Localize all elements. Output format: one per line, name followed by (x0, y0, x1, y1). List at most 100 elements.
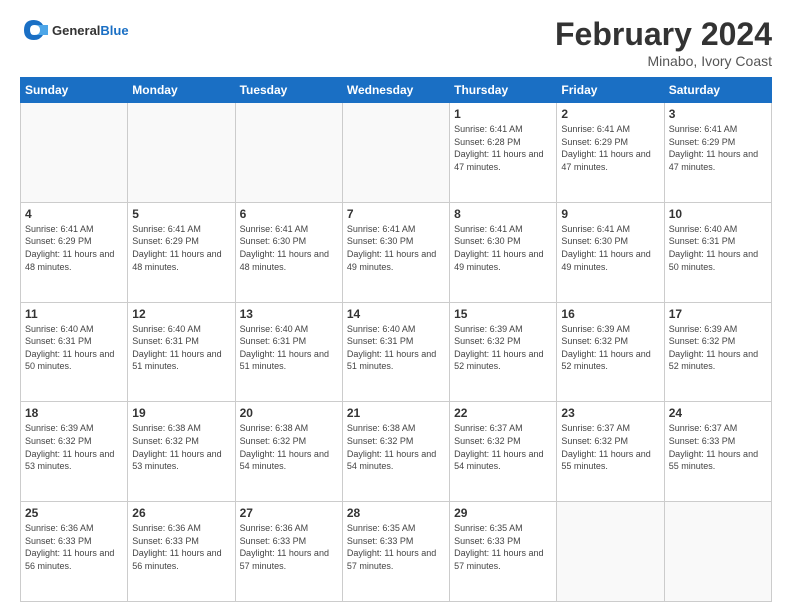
day-info: Sunrise: 6:39 AM Sunset: 6:32 PM Dayligh… (454, 323, 552, 373)
header-sunday: Sunday (21, 78, 128, 103)
day-cell (21, 103, 128, 203)
day-cell: 2 Sunrise: 6:41 AM Sunset: 6:29 PM Daylig… (557, 103, 664, 203)
day-cell: 19 Sunrise: 6:38 AM Sunset: 6:32 PM Dayli… (128, 402, 235, 502)
day-info: Sunrise: 6:35 AM Sunset: 6:33 PM Dayligh… (454, 522, 552, 572)
day-cell: 26 Sunrise: 6:36 AM Sunset: 6:33 PM Dayli… (128, 502, 235, 602)
day-info: Sunrise: 6:41 AM Sunset: 6:29 PM Dayligh… (25, 223, 123, 273)
day-cell (557, 502, 664, 602)
logo: GeneralBlue (20, 16, 129, 44)
day-number: 28 (347, 506, 445, 520)
day-cell: 5 Sunrise: 6:41 AM Sunset: 6:29 PM Daylig… (128, 202, 235, 302)
calendar-table: Sunday Monday Tuesday Wednesday Thursday… (20, 77, 772, 602)
day-cell: 17Sunrise: 6:39 AM Sunset: 6:32 PM Dayli… (664, 302, 771, 402)
day-number: 13 (240, 307, 338, 321)
day-cell: 7 Sunrise: 6:41 AM Sunset: 6:30 PM Daylig… (342, 202, 449, 302)
day-cell: 16Sunrise: 6:39 AM Sunset: 6:32 PM Dayli… (557, 302, 664, 402)
day-number: 4 (25, 207, 123, 221)
day-number: 2 (561, 107, 659, 121)
header-wednesday: Wednesday (342, 78, 449, 103)
day-info: Sunrise: 6:38 AM Sunset: 6:32 PM Dayligh… (240, 422, 338, 472)
day-number: 23 (561, 406, 659, 420)
day-info: Sunrise: 6:41 AM Sunset: 6:30 PM Dayligh… (240, 223, 338, 273)
day-cell: 21Sunrise: 6:38 AM Sunset: 6:32 PM Dayli… (342, 402, 449, 502)
day-cell: 28 Sunrise: 6:35 AM Sunset: 6:33 PM Dayli… (342, 502, 449, 602)
day-info: Sunrise: 6:37 AM Sunset: 6:32 PM Dayligh… (561, 422, 659, 472)
day-info: Sunrise: 6:38 AM Sunset: 6:32 PM Dayligh… (347, 422, 445, 472)
calendar-header-row: Sunday Monday Tuesday Wednesday Thursday… (21, 78, 772, 103)
logo-text: GeneralBlue (52, 23, 129, 38)
day-number: 7 (347, 207, 445, 221)
day-info: Sunrise: 6:40 AM Sunset: 6:31 PM Dayligh… (132, 323, 230, 373)
day-cell: 24Sunrise: 6:37 AM Sunset: 6:33 PM Dayli… (664, 402, 771, 502)
day-cell: 9 Sunrise: 6:41 AM Sunset: 6:30 PM Daylig… (557, 202, 664, 302)
header-monday: Monday (128, 78, 235, 103)
day-info: Sunrise: 6:37 AM Sunset: 6:32 PM Dayligh… (454, 422, 552, 472)
page: GeneralBlue February 2024 Minabo, Ivory … (0, 0, 792, 612)
day-cell: 10 Sunrise: 6:40 AM Sunset: 6:31 PM Dayli… (664, 202, 771, 302)
day-cell: 18 Sunrise: 6:39 AM Sunset: 6:32 PM Dayli… (21, 402, 128, 502)
day-cell (128, 103, 235, 203)
day-number: 27 (240, 506, 338, 520)
day-number: 1 (454, 107, 552, 121)
week-row-4: 18 Sunrise: 6:39 AM Sunset: 6:32 PM Dayli… (21, 402, 772, 502)
day-cell: 15 Sunrise: 6:39 AM Sunset: 6:32 PM Dayli… (450, 302, 557, 402)
day-info: Sunrise: 6:39 AM Sunset: 6:32 PM Dayligh… (669, 323, 767, 373)
day-info: Sunrise: 6:41 AM Sunset: 6:29 PM Dayligh… (132, 223, 230, 273)
sub-title: Minabo, Ivory Coast (555, 53, 772, 69)
header-saturday: Saturday (664, 78, 771, 103)
day-number: 10 (669, 207, 767, 221)
day-info: Sunrise: 6:36 AM Sunset: 6:33 PM Dayligh… (240, 522, 338, 572)
day-cell: 22 Sunrise: 6:37 AM Sunset: 6:32 PM Dayli… (450, 402, 557, 502)
header: GeneralBlue February 2024 Minabo, Ivory … (20, 16, 772, 69)
day-cell (664, 502, 771, 602)
day-cell: 25 Sunrise: 6:36 AM Sunset: 6:33 PM Dayli… (21, 502, 128, 602)
day-info: Sunrise: 6:40 AM Sunset: 6:31 PM Dayligh… (347, 323, 445, 373)
day-number: 14 (347, 307, 445, 321)
day-cell: 13 Sunrise: 6:40 AM Sunset: 6:31 PM Dayli… (235, 302, 342, 402)
day-cell (235, 103, 342, 203)
day-info: Sunrise: 6:40 AM Sunset: 6:31 PM Dayligh… (240, 323, 338, 373)
week-row-2: 4 Sunrise: 6:41 AM Sunset: 6:29 PM Daylig… (21, 202, 772, 302)
day-number: 29 (454, 506, 552, 520)
day-info: Sunrise: 6:40 AM Sunset: 6:31 PM Dayligh… (25, 323, 123, 373)
title-block: February 2024 Minabo, Ivory Coast (555, 16, 772, 69)
day-number: 12 (132, 307, 230, 321)
day-number: 22 (454, 406, 552, 420)
header-thursday: Thursday (450, 78, 557, 103)
week-row-1: 1Sunrise: 6:41 AM Sunset: 6:28 PM Daylig… (21, 103, 772, 203)
day-cell: 12 Sunrise: 6:40 AM Sunset: 6:31 PM Dayli… (128, 302, 235, 402)
day-number: 24 (669, 406, 767, 420)
day-info: Sunrise: 6:41 AM Sunset: 6:29 PM Dayligh… (561, 123, 659, 173)
day-info: Sunrise: 6:36 AM Sunset: 6:33 PM Dayligh… (132, 522, 230, 572)
day-number: 6 (240, 207, 338, 221)
header-tuesday: Tuesday (235, 78, 342, 103)
day-number: 26 (132, 506, 230, 520)
day-cell: 23 Sunrise: 6:37 AM Sunset: 6:32 PM Dayli… (557, 402, 664, 502)
day-info: Sunrise: 6:36 AM Sunset: 6:33 PM Dayligh… (25, 522, 123, 572)
day-cell (342, 103, 449, 203)
day-number: 8 (454, 207, 552, 221)
day-number: 9 (561, 207, 659, 221)
day-info: Sunrise: 6:40 AM Sunset: 6:31 PM Dayligh… (669, 223, 767, 273)
day-cell: 27 Sunrise: 6:36 AM Sunset: 6:33 PM Dayli… (235, 502, 342, 602)
day-info: Sunrise: 6:41 AM Sunset: 6:30 PM Dayligh… (561, 223, 659, 273)
day-info: Sunrise: 6:38 AM Sunset: 6:32 PM Dayligh… (132, 422, 230, 472)
day-number: 19 (132, 406, 230, 420)
day-info: Sunrise: 6:41 AM Sunset: 6:30 PM Dayligh… (454, 223, 552, 273)
day-number: 5 (132, 207, 230, 221)
day-info: Sunrise: 6:35 AM Sunset: 6:33 PM Dayligh… (347, 522, 445, 572)
week-row-3: 11Sunrise: 6:40 AM Sunset: 6:31 PM Dayli… (21, 302, 772, 402)
day-number: 15 (454, 307, 552, 321)
day-cell: 8 Sunrise: 6:41 AM Sunset: 6:30 PM Daylig… (450, 202, 557, 302)
day-cell: 4 Sunrise: 6:41 AM Sunset: 6:29 PM Daylig… (21, 202, 128, 302)
week-row-5: 25 Sunrise: 6:36 AM Sunset: 6:33 PM Dayli… (21, 502, 772, 602)
day-info: Sunrise: 6:41 AM Sunset: 6:29 PM Dayligh… (669, 123, 767, 173)
day-info: Sunrise: 6:39 AM Sunset: 6:32 PM Dayligh… (25, 422, 123, 472)
day-cell: 20Sunrise: 6:38 AM Sunset: 6:32 PM Dayli… (235, 402, 342, 502)
day-number: 3 (669, 107, 767, 121)
main-title: February 2024 (555, 16, 772, 53)
day-cell: 11Sunrise: 6:40 AM Sunset: 6:31 PM Dayli… (21, 302, 128, 402)
day-number: 25 (25, 506, 123, 520)
day-info: Sunrise: 6:41 AM Sunset: 6:30 PM Dayligh… (347, 223, 445, 273)
day-number: 18 (25, 406, 123, 420)
